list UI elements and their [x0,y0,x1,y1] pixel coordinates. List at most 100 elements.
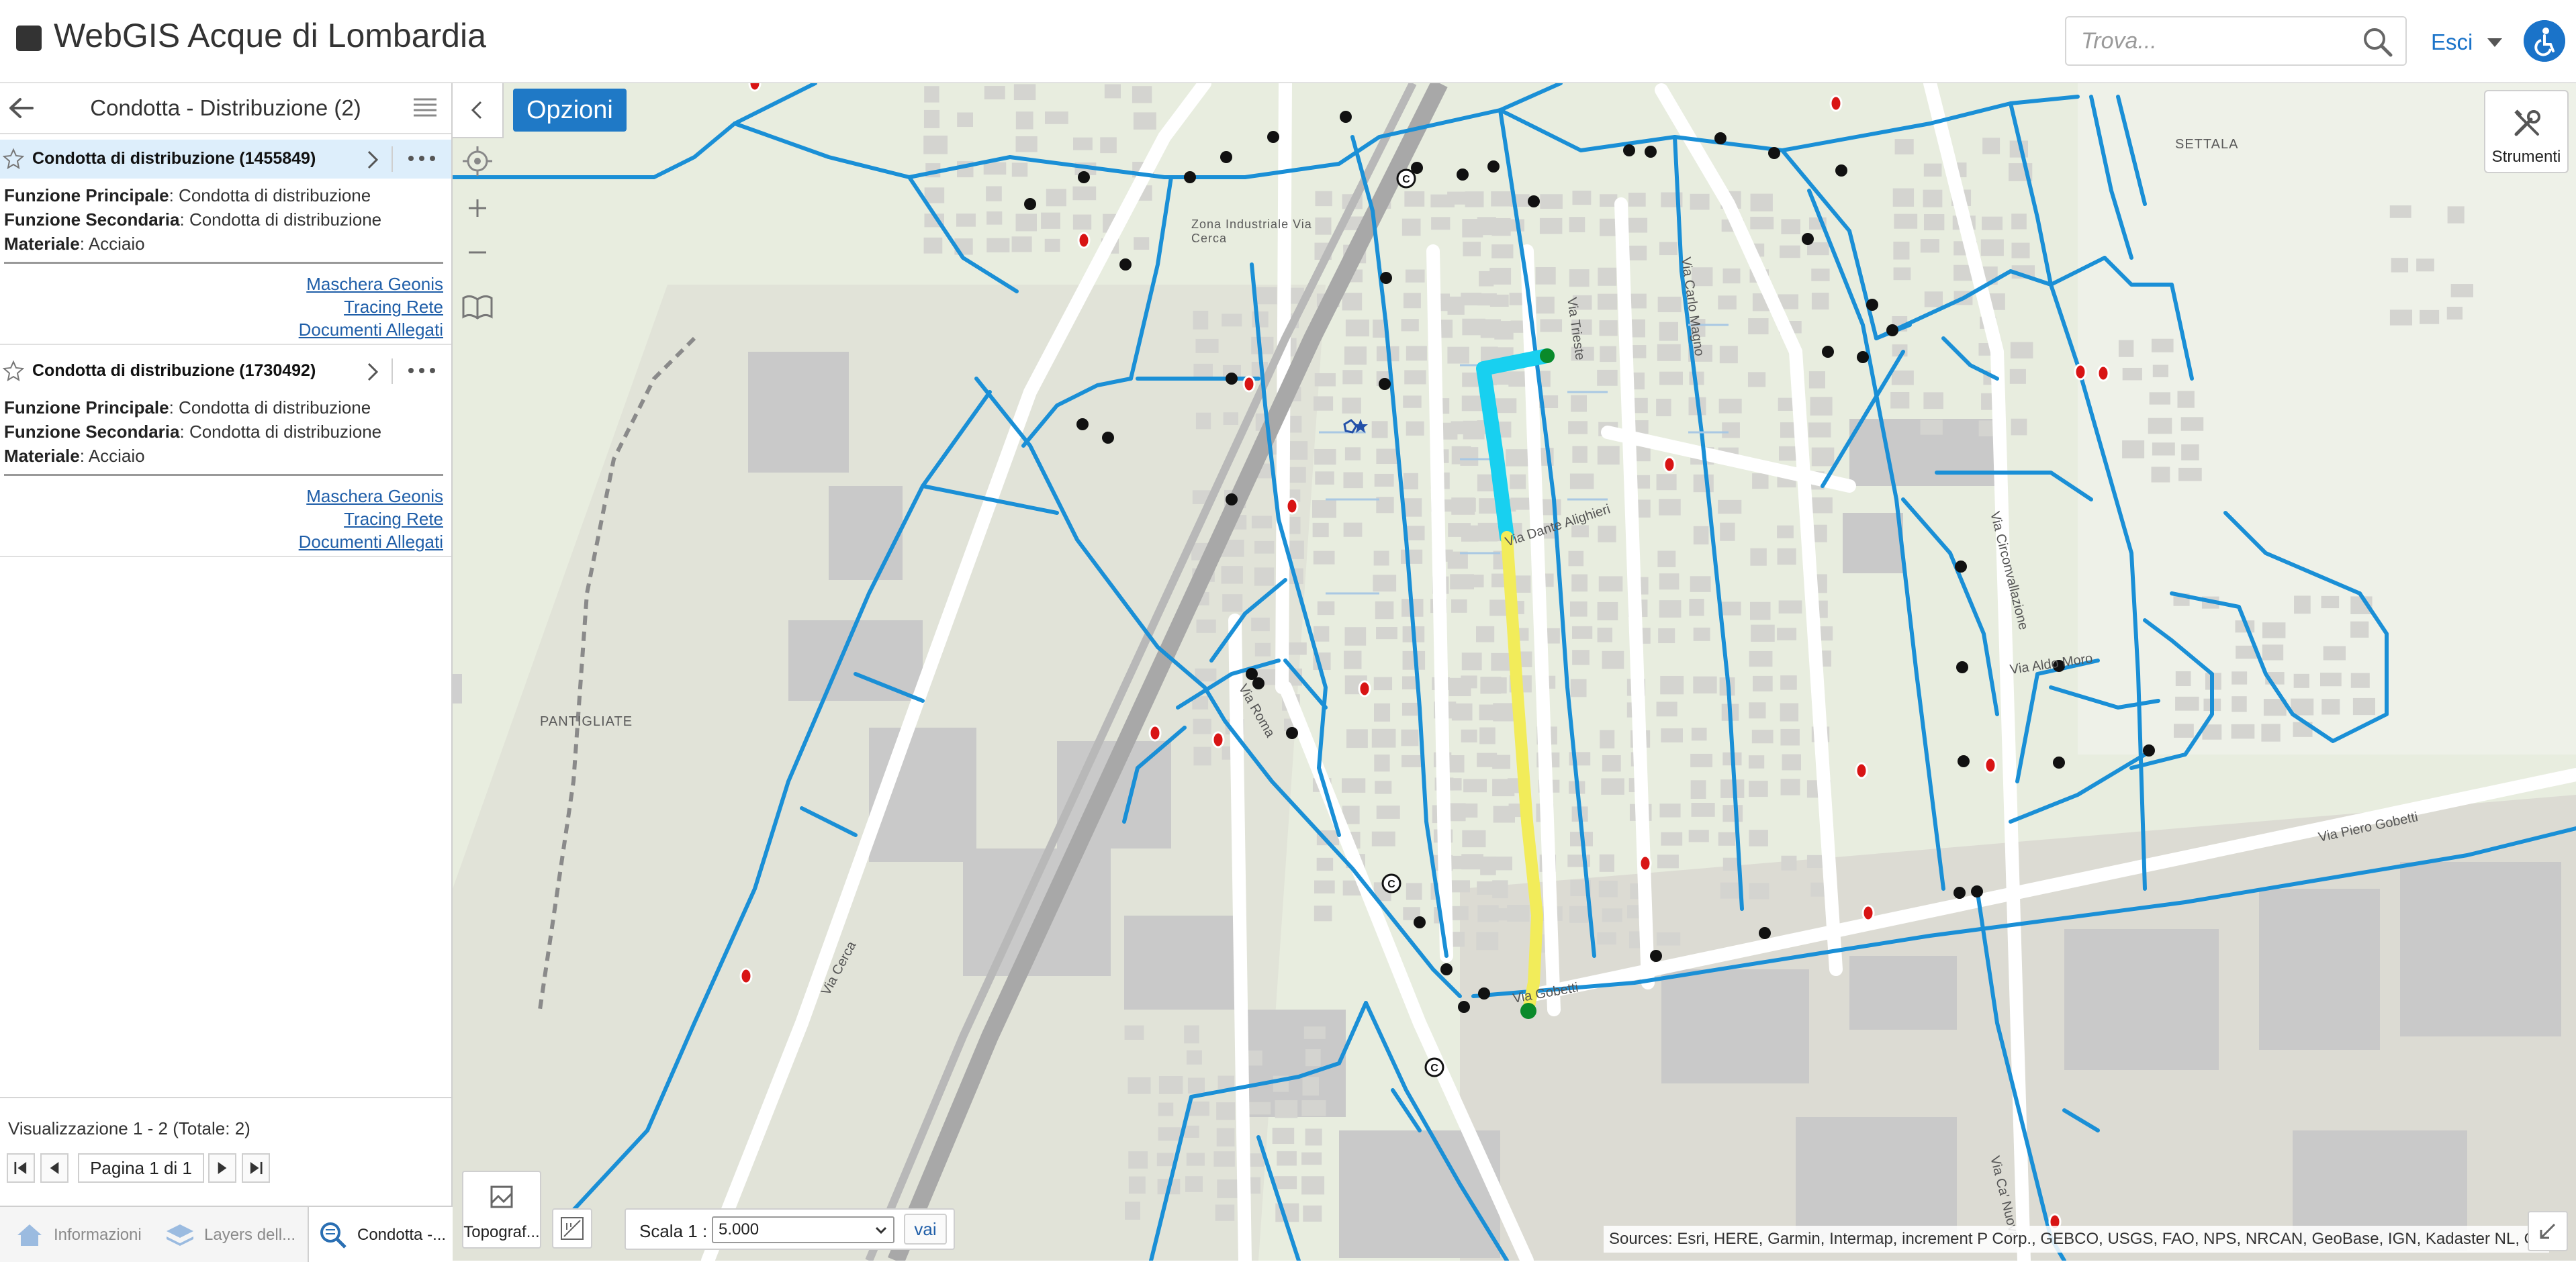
search-box[interactable] [2065,16,2407,66]
building [1492,880,1508,899]
documenti-allegati-link[interactable]: Documenti Allegati [299,320,443,340]
building [1344,447,1361,460]
more-options-icon[interactable] [402,149,442,168]
building [1656,701,1677,717]
building [2350,621,2369,638]
building [1597,446,1620,465]
result-item[interactable]: Condotta di distribuzione (1730492) Funz… [0,352,451,557]
building [1750,601,1771,620]
scale-select[interactable]: 5.000 [712,1216,894,1243]
logout-link[interactable]: Esci [2431,30,2473,55]
scale-control: Scala 1 : 5.000 vai [625,1208,955,1250]
map-canvas[interactable]: CCC Via Dante Alighieri Via Gobetti Via … [453,83,2576,1261]
building [2261,724,2281,742]
collapse-panel-button[interactable] [453,83,504,138]
tracing-rete-link[interactable]: Tracing Rete [344,509,443,530]
building [1124,1025,1144,1040]
attribute-value: : Condotta di distribuzione [169,397,371,418]
chevron-right-icon[interactable] [363,149,383,171]
chevron-down-icon[interactable] [873,1222,889,1238]
scale-go-button[interactable]: vai [904,1214,947,1245]
tab-layers[interactable]: Layers dell... [149,1207,308,1262]
building [1314,396,1334,411]
tracing-rete-link[interactable]: Tracing Rete [344,297,443,318]
building [1015,111,1033,130]
building [1923,189,1943,207]
panel-title: Condotta - Distribuzione (2) [90,95,361,120]
tools-button[interactable]: Strumenti [2484,90,2569,173]
prev-page-icon[interactable] [40,1153,68,1183]
building [1451,599,1467,613]
building [1011,162,1028,177]
basemap-gallery-button[interactable]: Topograf... [462,1171,541,1249]
building [1046,189,1066,207]
attribute-label: Funzione Principale [4,185,169,205]
attribute-value: : Acciaio [79,234,145,254]
result-title[interactable]: Condotta di distribuzione (1455849) [32,149,316,168]
building [1013,84,1036,101]
building [1461,729,1477,742]
building [924,187,945,203]
building [1305,1049,1321,1067]
next-page-icon[interactable] [208,1153,236,1183]
overview-toggle-button[interactable] [2528,1211,2568,1251]
locate-icon[interactable] [455,140,500,183]
maschera-geonis-link[interactable]: Maschera Geonis [306,274,443,295]
options-button[interactable]: Opzioni [513,89,627,132]
building [2321,699,2340,715]
divider [0,344,451,345]
result-header[interactable]: Condotta di distribuzione (1730492) [0,352,451,391]
building [1659,804,1681,818]
search-icon[interactable] [2361,26,2393,58]
building [1186,1153,1205,1166]
search-input[interactable] [2080,26,2351,56]
building [1893,241,1910,260]
building [1193,718,1211,734]
building [1749,883,1769,900]
building [1777,628,1797,640]
building [1431,217,1451,230]
documenti-allegati-link[interactable]: Documenti Allegati [299,532,443,552]
result-item[interactable]: Condotta di distribuzione (1455849) Funz… [0,140,451,345]
zoom-in-icon[interactable] [455,187,500,230]
building [1403,293,1421,309]
zoom-out-icon[interactable] [455,231,500,274]
map-attribution: Sources: Esri, HERE, Garmin, Intermap, i… [1604,1226,2549,1253]
panel-resize-handle[interactable] [453,674,462,703]
measure-button[interactable] [552,1208,592,1249]
building [1132,86,1152,103]
building [1810,397,1833,416]
map-view[interactable]: CCC Via Dante Alighieri Via Gobetti Via … [453,83,2576,1261]
result-header[interactable]: Condotta di distribuzione (1455849) [0,140,451,179]
building [2291,698,2314,716]
accessibility-icon[interactable] [2524,20,2565,62]
building [2175,696,2199,711]
list-icon[interactable] [411,95,439,121]
result-title[interactable]: Condotta di distribuzione (1730492) [32,361,316,381]
chevron-down-icon[interactable] [2485,32,2505,52]
building [2352,697,2375,716]
building [1693,676,1717,694]
chevron-left-icon[interactable] [466,98,489,122]
tab-condotta[interactable]: Condotta -... [308,1207,453,1262]
building [1722,805,1743,822]
building [1923,214,1945,231]
building [2010,342,2033,358]
maschera-geonis-link[interactable]: Maschera Geonis [306,486,443,507]
building [1401,549,1423,564]
more-options-icon[interactable] [402,361,442,380]
chevron-right-icon[interactable] [363,361,383,383]
building [1689,599,1704,616]
star-icon[interactable] [3,360,24,381]
star-icon[interactable] [3,148,24,169]
building [1272,1127,1295,1145]
place-label: PANTIGLIATE [540,714,633,729]
tab-informazioni[interactable]: Informazioni [0,1207,149,1262]
first-page-icon[interactable] [7,1153,35,1183]
building [1041,212,1060,229]
building [1661,832,1683,846]
building [1749,781,1768,797]
building [1569,473,1594,489]
last-page-icon[interactable] [242,1153,270,1183]
bookmarks-icon[interactable] [455,286,500,329]
